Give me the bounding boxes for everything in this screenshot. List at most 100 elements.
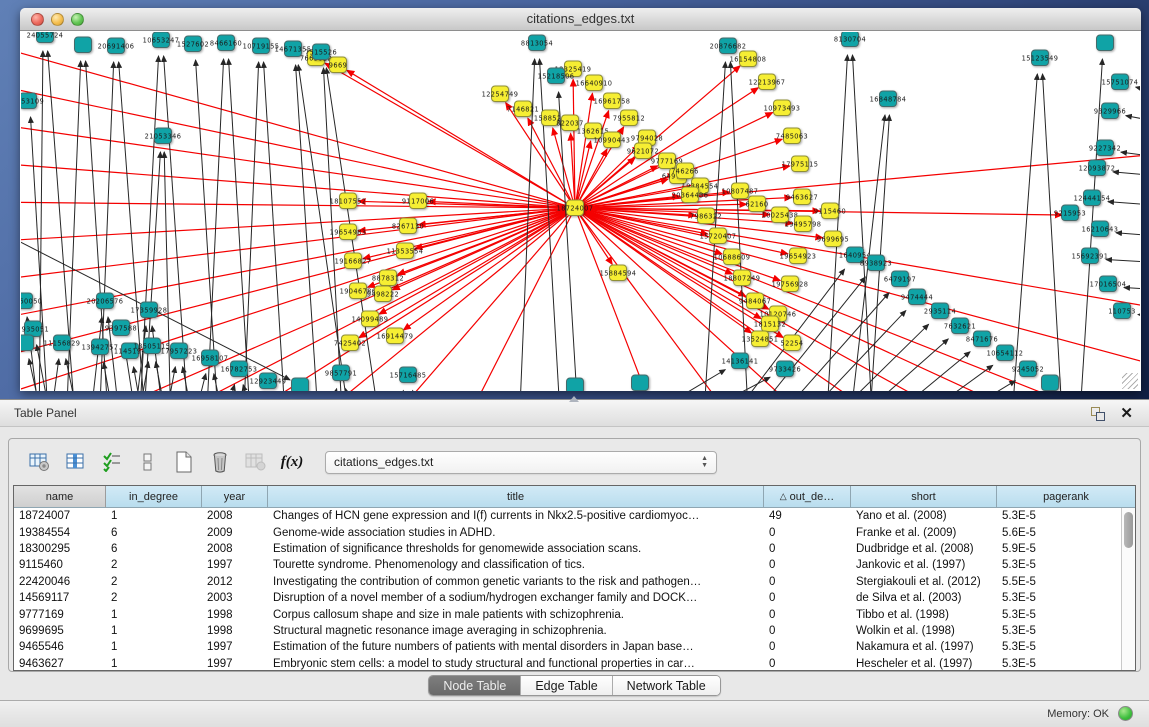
graph-node[interactable]: 13942757 [82,339,119,355]
graph-node[interactable]: 14099489 [352,311,389,327]
table-row[interactable]: 1872400712008Changes of HCN gene express… [14,508,1135,524]
citation-edge-red[interactable] [381,208,575,391]
graph-node[interactable]: 16640910 [576,75,613,91]
graph-node[interactable]: 8471676 [966,331,998,347]
graph-node[interactable]: 15692391 [1072,248,1109,264]
citation-edge-black[interactable] [1136,87,1140,98]
graph-node[interactable]: 110753 [1108,303,1136,319]
graph-node[interactable]: 2935114 [924,303,956,319]
graph-node[interactable]: 12093872 [1079,160,1116,176]
table-mode-icon[interactable] [25,447,55,477]
graph-node[interactable]: 19654983 [330,224,367,240]
tab-network-table[interactable]: Network Table [613,676,720,695]
table-row[interactable]: 1456911722003Disruption of a novel membe… [14,590,1135,606]
graph-node[interactable] [75,37,92,53]
citation-edge-red[interactable] [61,208,575,391]
citation-edge-black[interactable] [1043,74,1063,391]
column-header-pagerank[interactable]: pagerank [997,486,1135,508]
network-view-window[interactable]: citations_edges.txt 18724007122547497146… [20,8,1141,391]
graph-node[interactable]: 10654112 [987,345,1024,361]
citation-edge-black[interactable] [1106,260,1140,264]
citation-edge-black[interactable] [1116,233,1140,238]
citation-edge-black[interactable] [869,115,889,391]
graph-node[interactable]: 9245052 [1012,361,1044,377]
graph-node[interactable]: 8813054 [521,35,553,51]
citation-edge-black[interactable] [826,55,847,391]
citation-edge-black[interactable] [325,389,337,391]
create-column-icon[interactable] [169,447,199,477]
citation-edge-black[interactable] [1011,74,1037,391]
citation-edge-red[interactable] [347,70,575,208]
graph-node[interactable]: 62160 [746,196,769,212]
citation-edge-black[interactable] [1108,202,1140,207]
graph-node[interactable]: 16961758 [594,93,631,109]
graph-node[interactable]: 9699695 [817,231,849,247]
graph-node[interactable] [292,378,309,391]
graph-node[interactable]: 7485063 [776,128,808,144]
citation-edge-red[interactable] [21,208,575,242]
graph-node[interactable]: 10688609 [714,249,751,265]
close-window-icon[interactable] [31,13,44,26]
column-header-in_degree[interactable]: in_degree [106,486,202,508]
table-selector-dropdown[interactable]: citations_edges.txt ▲▼ [325,451,717,474]
graph-node[interactable] [567,378,584,391]
graph-node[interactable]: 15884594 [600,265,637,281]
float-panel-icon[interactable] [1091,407,1105,421]
table-row[interactable]: 2242004622012Investigating the contribut… [14,574,1135,590]
table-row[interactable]: 946362711997Embryonic stem cells: a mode… [14,656,1135,670]
citation-edge-black[interactable] [1126,116,1140,126]
minimize-window-icon[interactable] [51,13,64,26]
graph-node[interactable]: 21053346 [145,128,182,144]
network-canvas[interactable]: 1872400712254749714682115885208220371362… [21,32,1140,391]
citation-edge-red[interactable] [461,208,575,391]
table-row[interactable]: 969969511998Structural magnetic resonanc… [14,623,1135,639]
graph-node[interactable]: 8130704 [834,32,866,47]
graph-node[interactable]: 9227342 [1089,140,1121,156]
graph-node[interactable]: 12254749 [482,86,519,102]
delete-table-icon[interactable] [241,447,271,477]
graph-node[interactable]: 9669 [329,57,347,73]
table-row[interactable]: 911546021997Tourette syndrome. Phenomeno… [14,557,1135,573]
graph-node[interactable]: 9115460 [814,203,846,219]
tab-node-table[interactable]: Node Table [429,676,521,695]
tab-edge-table[interactable]: Edge Table [521,676,612,695]
citation-edge-black[interactable] [1113,172,1140,178]
select-columns-icon[interactable] [97,447,127,477]
column-header-title[interactable]: title [268,486,764,508]
graph-node[interactable]: 10653247 [143,32,180,48]
citation-edge-black[interactable] [931,381,1015,391]
graph-node[interactable]: 12213967 [749,74,786,90]
graph-node[interactable]: 15123549 [1022,50,1059,66]
graph-node[interactable]: 19166827 [335,253,372,269]
graph-node[interactable]: 17016504 [1090,276,1127,292]
citation-edge-black[interactable] [191,374,206,391]
graph-node[interactable]: 1527602 [177,36,209,52]
graph-node[interactable]: 24055724 [27,32,64,43]
graph-node[interactable]: 16848784 [870,91,907,107]
graph-node[interactable] [1042,375,1059,391]
window-titlebar[interactable]: citations_edges.txt [20,8,1141,31]
graph-node[interactable]: 10973493 [764,100,801,116]
column-header-short[interactable]: short [851,486,997,508]
graph-node[interactable]: 8267130 [392,218,424,234]
graph-node[interactable]: 25160050 [21,293,42,309]
column-header-out_de[interactable]: △out_de… [764,486,851,508]
graph-node[interactable]: 2053109 [21,93,44,109]
graph-node[interactable]: 9215953 [1054,205,1086,221]
citation-edge-black[interactable] [1138,315,1140,317]
graph-node[interactable]: 9463627 [786,189,818,205]
table-row[interactable]: 1938455462009Genome-wide association stu… [14,524,1135,540]
graph-node[interactable]: 8466160 [210,35,242,51]
graph-node[interactable]: 19756928 [772,276,809,292]
graph-node[interactable]: 52254 [781,335,804,351]
graph-node[interactable] [21,335,34,351]
citation-edge-black[interactable] [229,59,251,391]
citation-edge-black[interactable] [156,362,169,391]
graph-node[interactable]: 20691406 [98,38,135,54]
column-header-year[interactable]: year [202,486,268,508]
graph-node[interactable]: 1935051 [21,321,49,337]
citation-edge-black[interactable] [873,352,970,391]
canvas-resize-grip[interactable] [1122,373,1138,389]
citation-edge-black[interactable] [559,92,579,391]
citation-edge-black[interactable] [666,377,770,391]
